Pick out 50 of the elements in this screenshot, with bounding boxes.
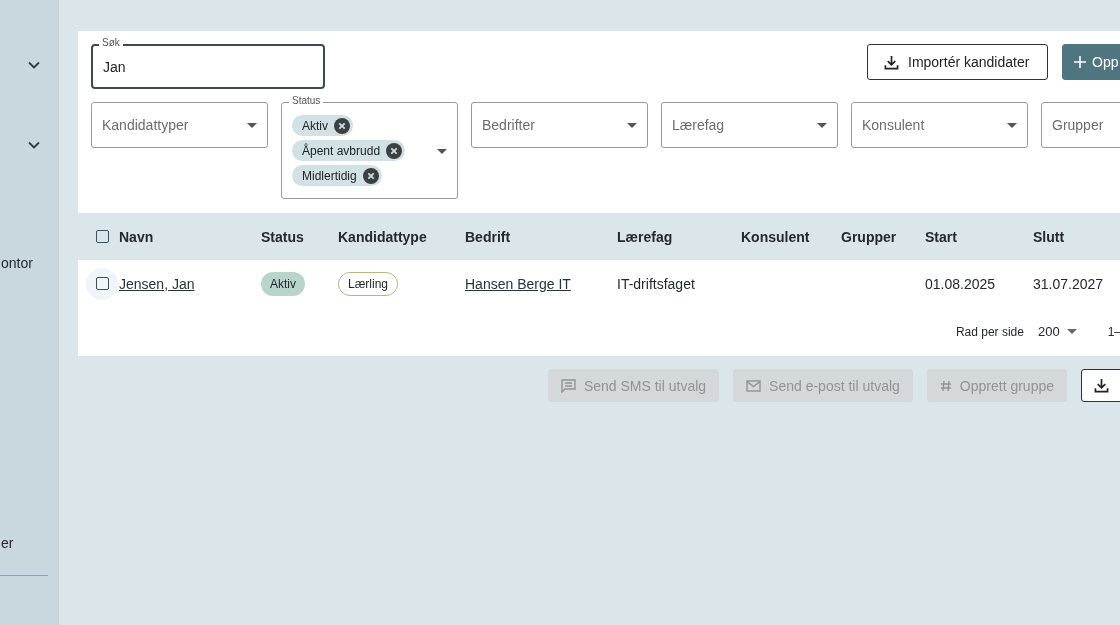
filter-dropdown[interactable]: Grupper — [1041, 102, 1120, 148]
status-chip[interactable]: Aktiv — [292, 115, 353, 136]
field-label: Status — [289, 95, 324, 107]
caret-icon — [817, 123, 827, 128]
company-link[interactable]: Hansen Berge IT — [465, 275, 571, 292]
action-button[interactable]: Opp — [1062, 44, 1120, 80]
filter-dropdown[interactable]: Konsulent — [851, 102, 1028, 148]
download-icon — [1094, 378, 1109, 393]
column-header[interactable]: Slutt — [1033, 228, 1120, 245]
column-header[interactable]: Start — [925, 228, 1033, 245]
message-icon — [560, 378, 576, 393]
filter-dropdown[interactable]: Kandidattyper — [91, 102, 268, 148]
filter-dropdown[interactable]: Lærefag — [661, 102, 838, 148]
caret-icon — [1007, 123, 1017, 128]
status-chip[interactable]: Midlertidig — [292, 165, 382, 186]
column-header[interactable]: Status — [261, 228, 338, 245]
column-header[interactable]: Navn — [119, 228, 261, 245]
field-label: Søk — [99, 37, 123, 49]
checkbox[interactable] — [95, 277, 109, 290]
remove-icon[interactable] — [334, 117, 350, 134]
action-button[interactable]: Importér kandidater — [867, 44, 1048, 80]
table-cell: 01.08.2025 — [925, 275, 996, 292]
status-chip[interactable]: Åpent avbrudd — [292, 140, 406, 161]
table-cell: 31.07.2027 — [1033, 275, 1104, 292]
remove-icon[interactable] — [362, 167, 379, 184]
sidebar-link[interactable]: er — [1, 523, 14, 563]
hash-icon — [939, 379, 952, 392]
mail-icon — [746, 379, 762, 392]
rows-per-page-select[interactable]: 200 — [1037, 324, 1077, 339]
filter-dropdown[interactable]: Bedrifter — [471, 102, 648, 148]
column-header[interactable]: Lærefag — [617, 228, 741, 245]
sidebar-link[interactable]: ontor — [1, 243, 33, 283]
column-header[interactable]: Grupper — [841, 228, 925, 245]
download-icon — [884, 54, 899, 70]
plus-icon — [1073, 55, 1087, 69]
caret-icon — [627, 123, 637, 128]
checkbox[interactable] — [96, 230, 109, 243]
column-header[interactable]: Kandidattype — [338, 228, 465, 245]
caret-icon — [1066, 329, 1077, 334]
caret-icon — [247, 123, 257, 128]
chevron-down-icon[interactable] — [28, 141, 40, 149]
caret-icon — [437, 149, 447, 154]
candidate-link[interactable]: Jensen, Jan — [119, 275, 195, 292]
rows-per-page-label: Rad per side — [955, 324, 1024, 339]
table-cell: IT-driftsfaget — [617, 275, 695, 292]
column-header[interactable]: Konsulent — [741, 228, 841, 245]
status-badge: Aktiv — [261, 271, 305, 296]
remove-icon[interactable] — [386, 142, 403, 159]
chevron-down-icon[interactable] — [28, 61, 40, 69]
column-header[interactable]: Bedrift — [465, 228, 617, 245]
